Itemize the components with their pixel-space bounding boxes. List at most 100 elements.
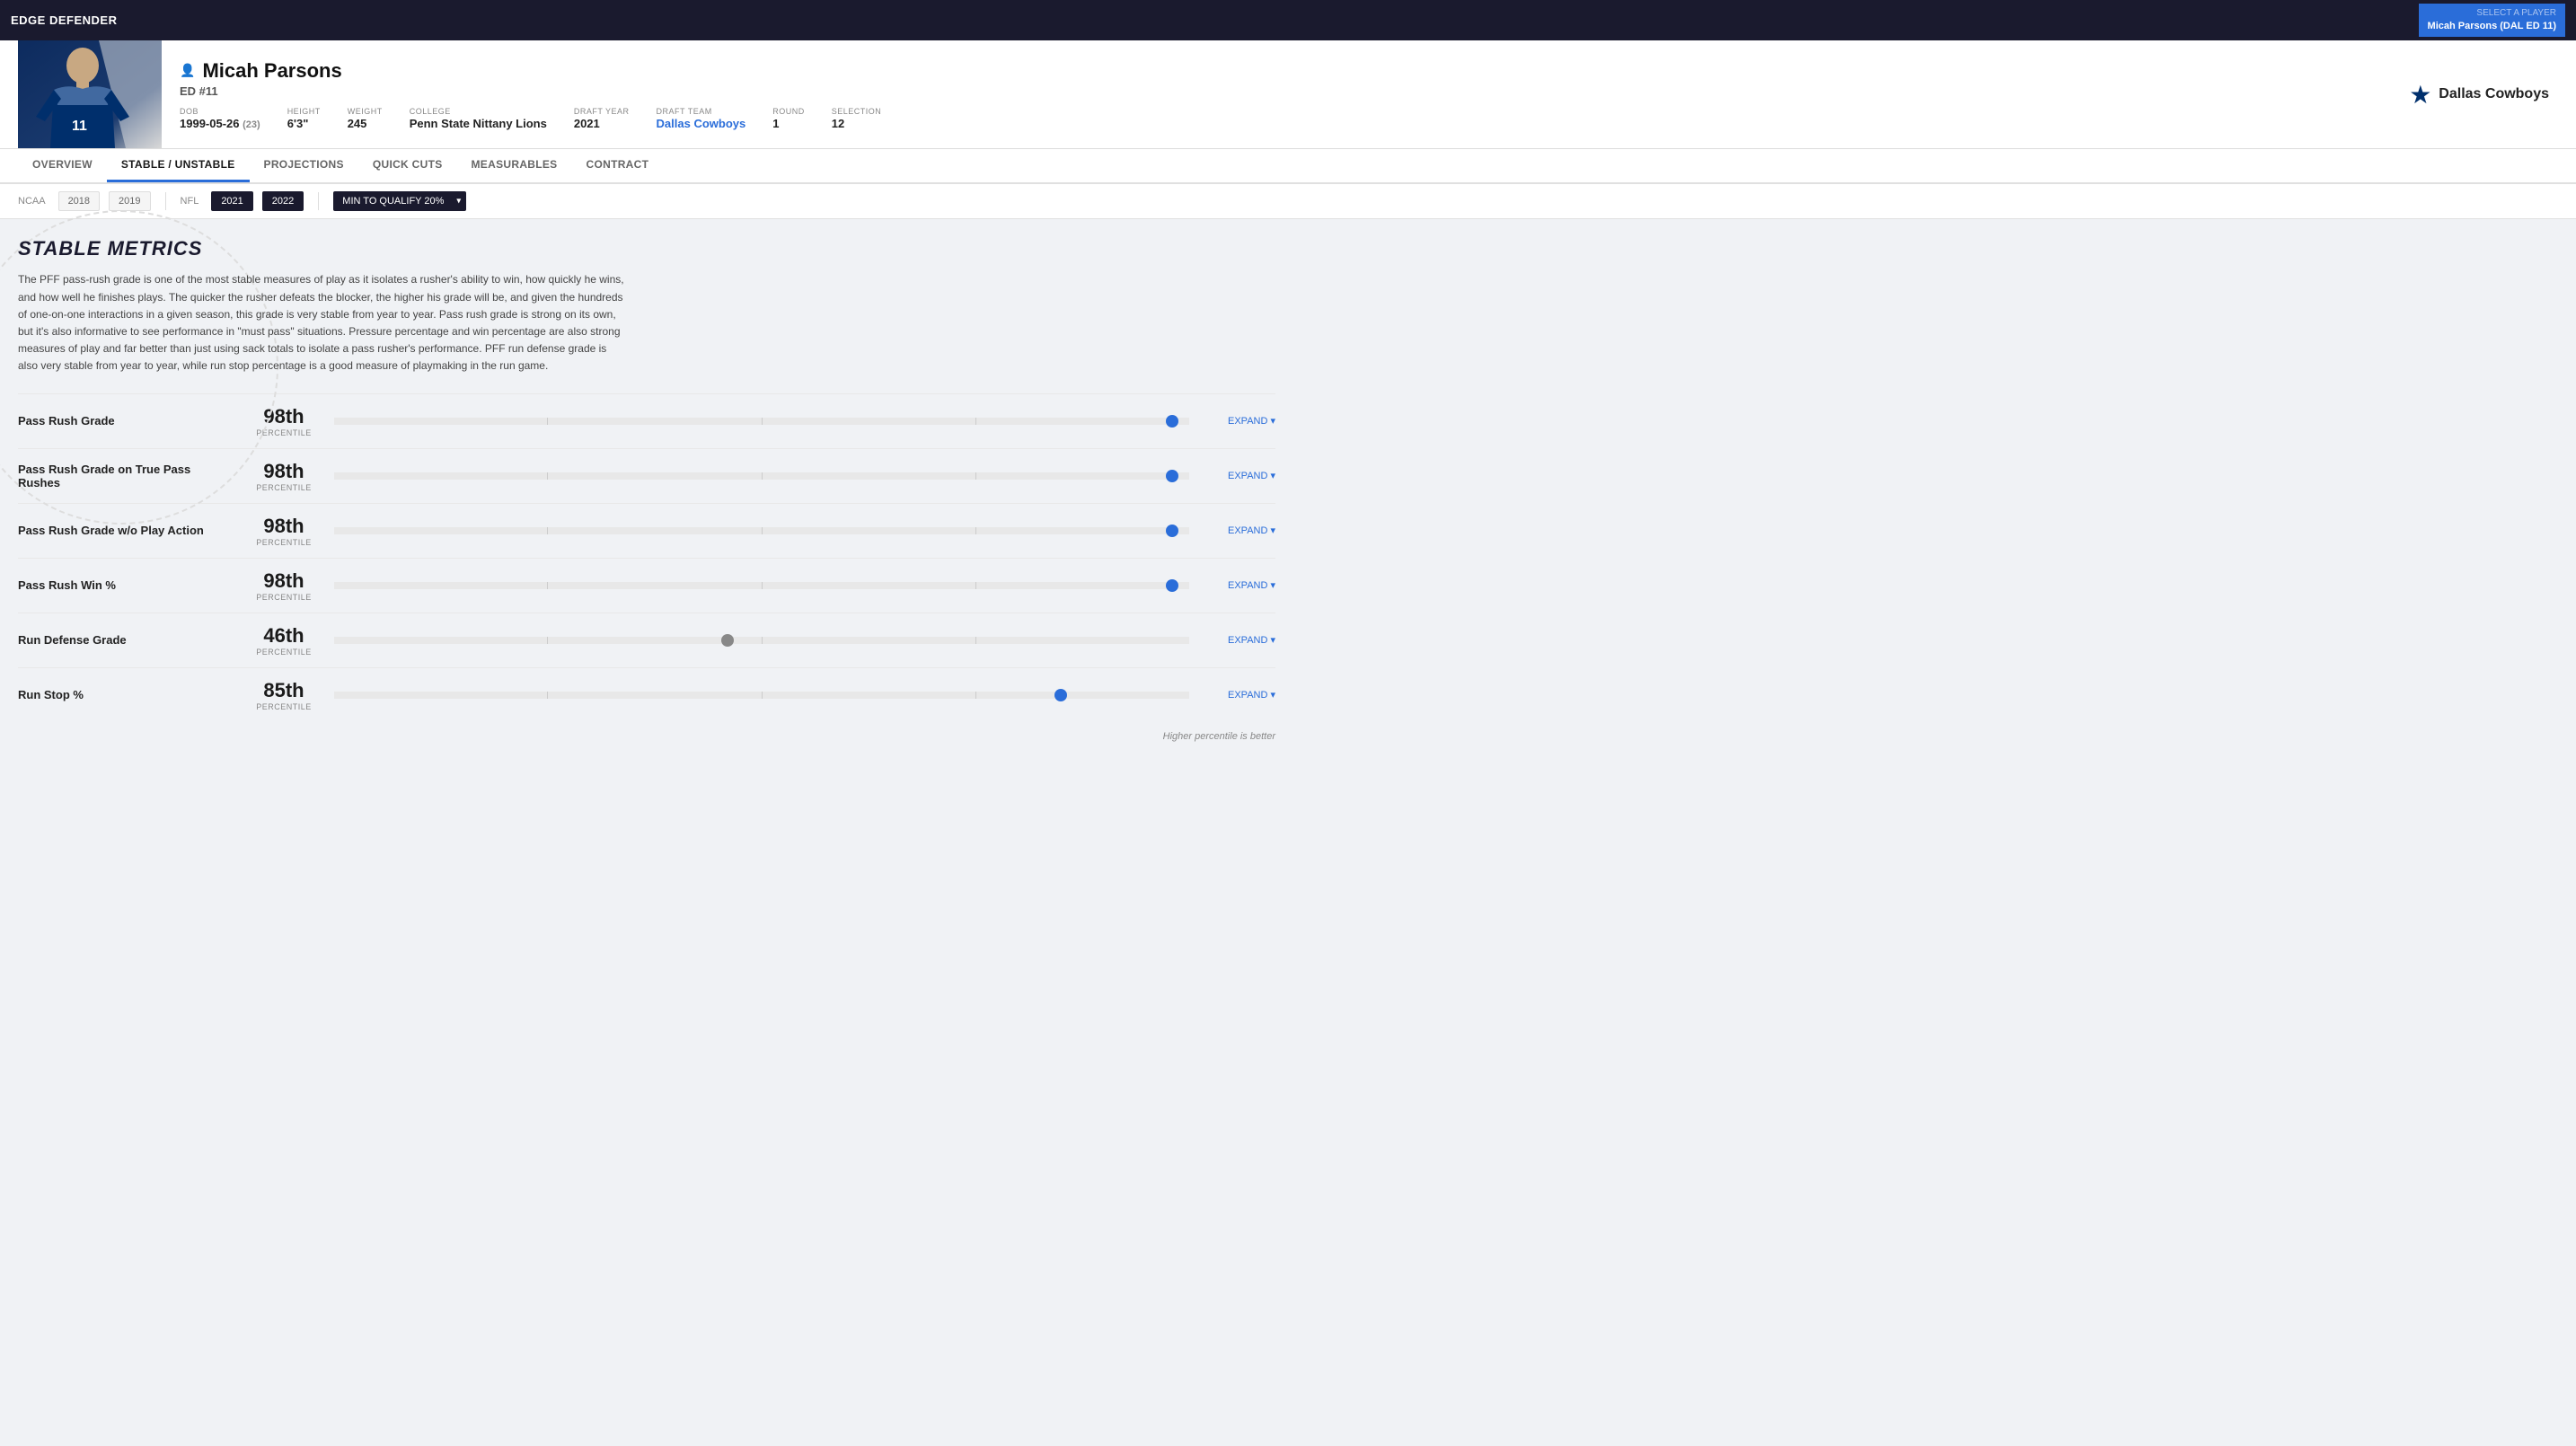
metric-bar-track-0 (334, 418, 1189, 425)
metric-row: Pass Rush Grade on True Pass Rushes 98th… (18, 448, 1275, 503)
top-bar: EDGE DEFENDER SELECT A PLAYER Micah Pars… (0, 0, 2576, 40)
metric-dot-5 (1054, 689, 1067, 701)
metric-label-5: PERCENTILE (256, 702, 312, 711)
metric-row: Pass Rush Grade 98th PERCENTILE EXPAND ▾ (18, 393, 1275, 448)
metric-percentile-0: 98th PERCENTILE (248, 405, 320, 437)
metric-expand-2[interactable]: EXPAND ▾ (1204, 525, 1275, 536)
ncaa-label: NCAA (18, 196, 46, 207)
tab-overview[interactable]: OVERVIEW (18, 149, 107, 182)
metric-name-4: Run Defense Grade (18, 633, 234, 647)
detail-round-value: 1 (772, 117, 805, 130)
filter-divider (165, 192, 166, 210)
section-title: STABLE METRICS (18, 237, 1275, 260)
metric-expand-5[interactable]: EXPAND ▾ (1204, 689, 1275, 701)
detail-college: COLLEGE Penn State Nittany Lions (410, 107, 547, 130)
detail-dob: DOB 1999-05-26 (23) (180, 107, 260, 130)
select-value: Micah Parsons (DAL ED 11) (2428, 20, 2556, 33)
player-name-row: 👤 Micah Parsons (180, 59, 2391, 83)
player-details-row: DOB 1999-05-26 (23) HEIGHT 6'3" WEIGHT 2… (180, 107, 2391, 130)
tab-measurables[interactable]: MEASURABLES (457, 149, 572, 182)
team-logo-section: ★ Dallas Cowboys (2409, 80, 2558, 110)
nfl-label: NFL (181, 196, 199, 207)
player-info-section: 👤 Micah Parsons ED #11 DOB 1999-05-26 (2… (162, 50, 2409, 139)
metric-percentile-4: 46th PERCENTILE (248, 624, 320, 657)
metric-dot-1 (1166, 470, 1178, 482)
footer-note: Higher percentile is better (18, 731, 1275, 742)
detail-selection: SELECTION 12 (832, 107, 882, 130)
metric-name-0: Pass Rush Grade (18, 414, 234, 428)
metric-label-0: PERCENTILE (256, 428, 312, 437)
metrics-container: Pass Rush Grade 98th PERCENTILE EXPAND ▾… (18, 393, 1275, 722)
filter-bar: NCAA 2018 2019 NFL 2021 2022 MIN TO QUAL… (0, 184, 2576, 219)
metric-dot-2 (1166, 525, 1178, 537)
metric-bar-2 (334, 522, 1189, 540)
metric-expand-0[interactable]: EXPAND ▾ (1204, 415, 1275, 427)
detail-dob-label: DOB (180, 107, 260, 116)
metric-label-3: PERCENTILE (256, 593, 312, 602)
detail-height-value: 6'3" (287, 117, 321, 130)
metric-value-3: 98th (263, 569, 304, 593)
detail-height: HEIGHT 6'3" (287, 107, 321, 130)
metric-bar-track-1 (334, 472, 1189, 480)
metric-bar-4 (334, 631, 1189, 649)
metric-row: Run Stop % 85th PERCENTILE EXPAND ▾ (18, 667, 1275, 722)
filter-nfl-2021[interactable]: 2021 (211, 191, 252, 211)
svg-text:11: 11 (72, 119, 87, 134)
metric-label-2: PERCENTILE (256, 538, 312, 547)
tab-contract[interactable]: CONTRACT (572, 149, 664, 182)
filter-nfl-2022[interactable]: 2022 (262, 191, 304, 211)
metric-expand-3[interactable]: EXPAND ▾ (1204, 579, 1275, 591)
metric-bar-5 (334, 686, 1189, 704)
metric-value-4: 46th (263, 624, 304, 648)
page-title: EDGE DEFENDER (11, 13, 117, 27)
player-position: ED #11 (180, 84, 2391, 98)
metric-value-2: 98th (263, 515, 304, 538)
detail-dob-value: 1999-05-26 (23) (180, 117, 260, 130)
metric-name-1: Pass Rush Grade on True Pass Rushes (18, 463, 234, 489)
player-photo-svg: 11 (18, 40, 162, 148)
detail-draft-year-value: 2021 (574, 117, 630, 130)
metric-bar-track-2 (334, 527, 1189, 534)
metric-percentile-3: 98th PERCENTILE (248, 569, 320, 602)
metric-label-4: PERCENTILE (256, 648, 312, 657)
metric-dot-0 (1166, 415, 1178, 428)
player-select-box[interactable]: SELECT A PLAYER Micah Parsons (DAL ED 11… (2419, 4, 2565, 37)
metric-value-0: 98th (263, 405, 304, 428)
metrics-section: STABLE METRICS The PFF pass-rush grade i… (18, 228, 1275, 750)
metric-dot-4 (721, 634, 734, 647)
filter-year-2019[interactable]: 2019 (109, 191, 150, 211)
metric-row: Pass Rush Grade w/o Play Action 98th PER… (18, 503, 1275, 558)
metric-label-1: PERCENTILE (256, 483, 312, 492)
detail-draft-team: DRAFT TEAM Dallas Cowboys (657, 107, 746, 130)
metric-value-1: 98th (263, 460, 304, 483)
player-name: Micah Parsons (202, 59, 341, 83)
detail-draft-team-value: Dallas Cowboys (657, 117, 746, 130)
player-photo: 11 (18, 40, 162, 148)
player-icon: 👤 (180, 63, 195, 78)
tab-projections[interactable]: PROJECTIONS (250, 149, 358, 182)
metric-expand-1[interactable]: EXPAND ▾ (1204, 470, 1275, 481)
metric-bar-3 (334, 577, 1189, 595)
detail-draft-year: DRAFT YEAR 2021 (574, 107, 630, 130)
detail-weight-value: 245 (348, 117, 383, 130)
team-star-icon: ★ (2409, 80, 2431, 110)
detail-height-label: HEIGHT (287, 107, 321, 116)
metric-bar-0 (334, 412, 1189, 430)
metric-expand-4[interactable]: EXPAND ▾ (1204, 634, 1275, 646)
filter-year-2018[interactable]: 2018 (58, 191, 100, 211)
metric-name-5: Run Stop % (18, 688, 234, 701)
min-qualify-select[interactable]: MIN TO QUALIFY 20% MIN TO QUALIFY 30% MI… (333, 191, 466, 211)
detail-college-value: Penn State Nittany Lions (410, 117, 547, 130)
tab-stable-unstable[interactable]: STABLE / UNSTABLE (107, 149, 250, 182)
detail-selection-label: SELECTION (832, 107, 882, 116)
tab-quick-cuts[interactable]: QUICK CUTS (358, 149, 457, 182)
metric-name-2: Pass Rush Grade w/o Play Action (18, 524, 234, 537)
metric-row: Pass Rush Win % 98th PERCENTILE EXPAND ▾ (18, 558, 1275, 613)
min-qualify-wrapper[interactable]: MIN TO QUALIFY 20% MIN TO QUALIFY 30% MI… (333, 191, 466, 211)
main-content: STABLE METRICS The PFF pass-rush grade i… (0, 219, 1293, 768)
detail-college-label: COLLEGE (410, 107, 547, 116)
detail-weight: WEIGHT 245 (348, 107, 383, 130)
metric-name-3: Pass Rush Win % (18, 578, 234, 592)
detail-draft-year-label: DRAFT YEAR (574, 107, 630, 116)
detail-round-label: ROUND (772, 107, 805, 116)
